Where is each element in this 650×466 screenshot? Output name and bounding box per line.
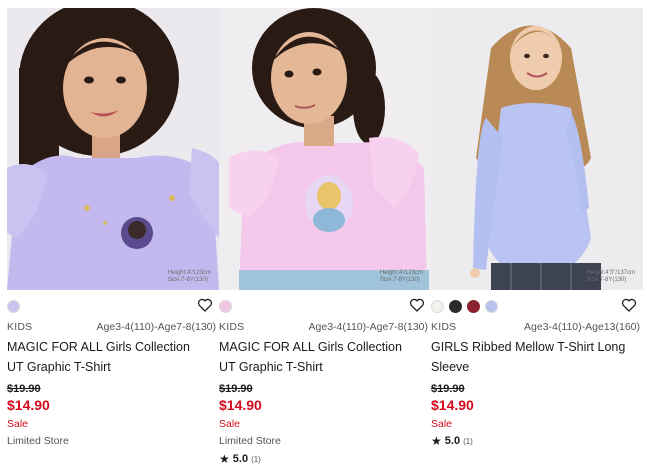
sale-flag: Sale xyxy=(219,418,241,430)
sale-price: $14.90 xyxy=(7,397,50,413)
original-price: $19.90 xyxy=(219,383,253,395)
availability-label: Limited Store xyxy=(219,435,281,447)
product-meta: KIDS Age3-4(110)-Age7-8(130) xyxy=(219,320,431,334)
size-range: Age3-4(110)-Age7-8(130) xyxy=(96,321,216,333)
favorite-heart-icon[interactable] xyxy=(197,297,213,313)
model-size-note: Height:4'/123cm Size:7-8Y(130) xyxy=(167,270,211,283)
rating: ★ 5.0 (1) xyxy=(431,434,473,448)
color-swatch[interactable] xyxy=(7,299,20,313)
star-icon: ★ xyxy=(431,434,442,448)
rating: ★ 5.0 (1) xyxy=(219,452,261,466)
sale-price: $14.90 xyxy=(219,397,262,413)
product-grid: Height:4'/123cm Size:7-8Y(130) KIDS Age3… xyxy=(0,0,650,466)
model-size-note: Height:4'/123cm Size:7-8Y(130) xyxy=(379,270,423,283)
color-swatches xyxy=(7,298,20,314)
original-price: $19.90 xyxy=(7,383,41,395)
model-size-note: Height:4'3"/137cm Size:7-8Y(130) xyxy=(586,270,635,283)
gender-label: KIDS xyxy=(431,321,457,333)
sale-price: $14.90 xyxy=(431,397,474,413)
size-range: Age3-4(110)-Age13(160) xyxy=(524,321,640,333)
favorite-heart-icon[interactable] xyxy=(621,297,637,313)
product-image[interactable]: Height:4'3"/137cm Size:7-8Y(130) xyxy=(431,8,643,290)
product-image[interactable]: Height:4'/123cm Size:7-8Y(130) xyxy=(7,8,219,290)
sale-flag: Sale xyxy=(7,418,29,430)
product-name[interactable]: GIRLS Ribbed Mellow T-Shirt Long Sleeve xyxy=(431,337,636,377)
color-swatch[interactable] xyxy=(467,299,480,313)
gender-label: KIDS xyxy=(219,321,245,333)
color-swatch[interactable] xyxy=(431,299,444,313)
gender-label: KIDS xyxy=(7,321,33,333)
sale-flag: Sale xyxy=(431,418,453,430)
availability-label: Limited Store xyxy=(7,435,69,447)
product-name[interactable]: MAGIC FOR ALL Girls Collection UT Graphi… xyxy=(7,337,212,377)
original-price: $19.90 xyxy=(431,383,465,395)
color-swatches xyxy=(431,298,498,314)
color-swatch[interactable] xyxy=(485,299,498,313)
product-meta: KIDS Age3-4(110)-Age7-8(130) xyxy=(7,320,219,334)
size-range: Age3-4(110)-Age7-8(130) xyxy=(308,321,428,333)
product-card[interactable]: Height:4'/123cm Size:7-8Y(130) KIDS Age3… xyxy=(219,0,431,466)
product-meta: KIDS Age3-4(110)-Age13(160) xyxy=(431,320,643,334)
product-card[interactable]: Height:4'3"/137cm Size:7-8Y(130) KIDS Ag… xyxy=(431,0,643,459)
product-name[interactable]: MAGIC FOR ALL Girls Collection UT Graphi… xyxy=(219,337,424,377)
star-icon: ★ xyxy=(219,452,230,466)
product-image[interactable]: Height:4'/123cm Size:7-8Y(130) xyxy=(219,8,431,290)
color-swatches xyxy=(219,298,232,314)
color-swatch[interactable] xyxy=(219,299,232,313)
product-card[interactable]: Height:4'/123cm Size:7-8Y(130) KIDS Age3… xyxy=(7,0,219,459)
favorite-heart-icon[interactable] xyxy=(409,297,425,313)
color-swatch[interactable] xyxy=(449,299,462,313)
